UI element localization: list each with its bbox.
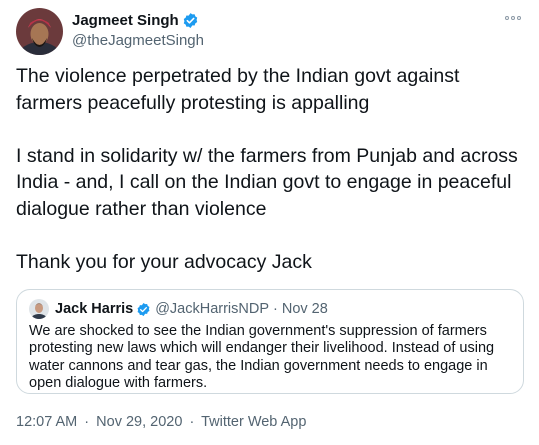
tweet-footer: 12:07 AM · Nov 29, 2020 · Twitter Web Ap… bbox=[16, 414, 306, 430]
author-handle[interactable]: @theJagmeetSingh bbox=[72, 32, 204, 49]
tweet-source[interactable]: Twitter Web App bbox=[201, 414, 306, 430]
verified-badge-icon bbox=[182, 12, 199, 29]
more-options-icon[interactable] bbox=[502, 9, 524, 27]
tweet-text: The violence perpetrated by the Indian g… bbox=[16, 63, 528, 275]
tweet-paragraph: Thank you for your advocacy Jack bbox=[16, 250, 312, 273]
dot-separator: · bbox=[84, 414, 90, 430]
tweet-paragraph: The violence perpetrated by the Indian g… bbox=[16, 65, 460, 114]
tweet-date[interactable]: Nov 29, 2020 bbox=[96, 414, 182, 430]
dot-separator: · bbox=[273, 301, 278, 317]
tweet-paragraph: I stand in solidarity w/ the farmers fro… bbox=[16, 144, 518, 220]
author-avatar[interactable] bbox=[16, 8, 63, 55]
author-info[interactable]: Jagmeet Singh @theJagmeetSingh bbox=[72, 10, 204, 50]
quoted-author-avatar[interactable] bbox=[29, 299, 49, 319]
verified-badge-icon bbox=[136, 302, 151, 317]
quoted-tweet-text: We are shocked to see the Indian governm… bbox=[29, 323, 495, 391]
dot-separator: · bbox=[189, 414, 195, 430]
quoted-author-handle[interactable]: @JackHarrisNDP bbox=[155, 301, 269, 317]
quoted-tweet-date[interactable]: Nov 28 bbox=[282, 301, 328, 317]
author-display-name[interactable]: Jagmeet Singh bbox=[72, 12, 179, 29]
quoted-author-name[interactable]: Jack Harris bbox=[55, 301, 133, 317]
quoted-tweet[interactable]: Jack Harris @JackHarrisNDP · Nov 28 We a… bbox=[16, 289, 524, 394]
tweet-card: Jagmeet Singh @theJagmeetSingh The viole… bbox=[0, 0, 539, 445]
tweet-time[interactable]: 12:07 AM bbox=[16, 414, 77, 430]
